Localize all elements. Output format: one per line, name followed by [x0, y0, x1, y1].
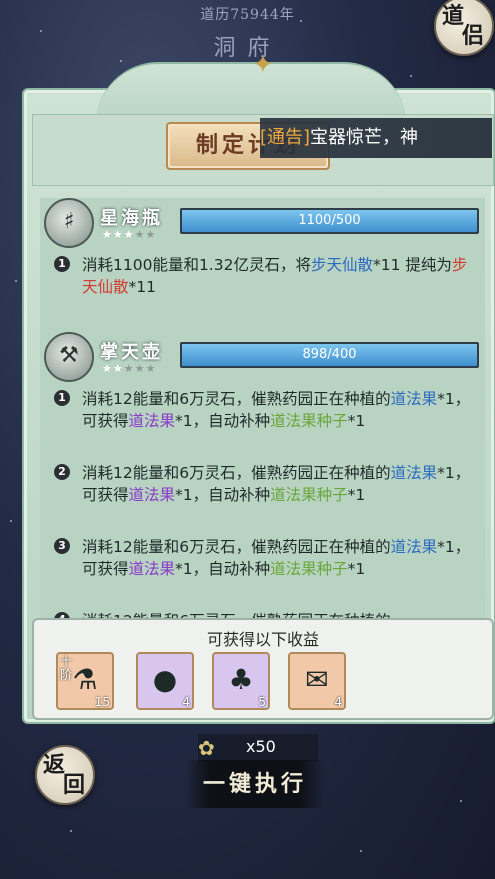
effect-text-segment: 消耗12能量和6万灵石，催熟药园正在种植的 [82, 464, 391, 482]
location-title: 洞府 [213, 36, 282, 61]
treasure-header: ♯ 星海瓶 ★★★★★ 1100/500 [40, 198, 485, 248]
reward-count: 4 [182, 695, 190, 709]
treasure-name: 星海瓶 [100, 208, 163, 229]
rewards-panel: 可获得以下收益 ⚗ 15 十阶 ● 4 ♣ 5 ✉ 4 [32, 618, 494, 720]
star-filled-icon: ★ [112, 362, 124, 375]
reward-item[interactable]: ⚗ 15 十阶 [56, 652, 114, 710]
back-button[interactable]: 返 回 [35, 745, 95, 805]
effect-item: 3 消耗12能量和6万灵石，催熟药园正在种植的道法果*1，可获得道法果*1，自动补… [54, 536, 474, 580]
item-name: 步天仙散 [310, 256, 373, 274]
effect-number-badge: 1 [54, 256, 70, 272]
back-label-2: 回 [63, 772, 86, 798]
effect-text: 消耗12能量和6万灵石，催熟药园正在种植的 [82, 610, 474, 618]
effect-number-badge: 2 [54, 464, 70, 480]
effect-item: 2 消耗12能量和6万灵石，催熟药园正在种植的道法果*1，可获得道法果*1，自动补… [54, 462, 474, 506]
notice-tag: [通告] [260, 127, 311, 148]
energy-progress-bar: 1100/500 [180, 208, 479, 234]
knot-icon: ✦ [252, 50, 274, 80]
dao-companion-label-2: 侣 [462, 23, 485, 49]
grade-badge-top: 十 [60, 654, 73, 668]
notice-marquee[interactable]: [通告]宝器惊芒，神 [260, 118, 492, 158]
energy-progress-text: 898/400 [302, 347, 357, 362]
energy-progress-text: 1100/500 [298, 213, 361, 228]
grade-badge: 十阶 [60, 654, 72, 682]
item-name: 道法果种子 [270, 412, 348, 430]
effect-text-segment: *1，自动补种 [175, 486, 271, 504]
energy-drop-icon: ✿ [198, 736, 215, 760]
reward-count: 5 [258, 695, 266, 709]
energy-cost: ✿ x50 [198, 734, 318, 762]
effect-text: 消耗12能量和6万灵石，催熟药园正在种植的道法果*1，可获得道法果*1，自动补种… [82, 388, 474, 432]
rewards-title: 可获得以下收益 [206, 630, 319, 649]
effect-text-segment: *1 [347, 560, 366, 578]
treasure-name: 掌天壶 [100, 342, 163, 363]
star-filled-icon: ★ [112, 228, 124, 241]
effect-text-segment: *1 [347, 412, 366, 430]
effect-text-segment: 消耗1100能量和1.32亿灵石，将 [82, 256, 311, 274]
item-name: 道法果 [390, 464, 438, 482]
dao-companion-label-1: 道 [442, 3, 465, 29]
star-empty-icon: ★ [145, 228, 157, 241]
item-name: 道法果种子 [270, 486, 348, 504]
effect-item: 1 消耗1100能量和1.32亿灵石，将步天仙散*11 提纯为步天仙散*11 [54, 254, 474, 298]
item-name: 道法果种子 [270, 560, 348, 578]
star-filled-icon: ★ [102, 228, 113, 241]
reward-item[interactable]: ✉ 4 [288, 652, 346, 710]
star-filled-icon: ★ [123, 228, 135, 241]
effect-number-badge: 3 [54, 538, 70, 554]
star-empty-icon: ★ [145, 362, 157, 375]
effect-text-segment: *1，自动补种 [175, 560, 271, 578]
grade-badge-bottom: 阶 [60, 668, 73, 682]
energy-progress-bar: 898/400 [180, 342, 479, 368]
reward-count: 15 [94, 695, 110, 709]
effect-number-badge: 1 [54, 390, 70, 406]
effect-text: 消耗12能量和6万灵石，催熟药园正在种植的道法果*1，可获得道法果*1，自动补种… [82, 462, 474, 506]
reward-item[interactable]: ♣ 5 [212, 652, 270, 710]
energy-cost-amount: x50 [246, 737, 276, 756]
one-click-execute-button[interactable]: 一键执行 [186, 760, 324, 808]
star-filled-icon: ★ [102, 362, 113, 375]
treasure-icon: ⚒ [44, 332, 94, 382]
star-empty-icon: ★ [134, 362, 146, 375]
treasure-icon: ♯ [44, 198, 94, 248]
effect-text: 消耗12能量和6万灵石，催熟药园正在种植的道法果*1，可获得道法果*1，自动补种… [82, 536, 474, 580]
treasure-header: ⚒ 掌天壶 ★★★★★ 898/400 [40, 332, 485, 382]
star-empty-icon: ★ [134, 228, 146, 241]
effect-text-segment: *11 [128, 278, 156, 296]
effect-text-segment: *1 [347, 486, 366, 504]
effect-item: 4消耗12能量和6万灵石，催熟药园正在种植的 [54, 610, 474, 618]
reward-item[interactable]: ● 4 [136, 652, 194, 710]
back-label-1: 返 [43, 752, 66, 778]
effect-item: 1 消耗12能量和6万灵石，催熟药园正在种植的道法果*1，可获得道法果*1，自动补… [54, 388, 474, 432]
item-name: 道法果 [128, 560, 176, 578]
era-date: 道历75944年 [200, 7, 295, 23]
effect-text-segment: *11 提纯为 [372, 256, 452, 274]
item-name: 道法果 [390, 538, 438, 556]
effect-text: 消耗1100能量和1.32亿灵石，将步天仙散*11 提纯为步天仙散*11 [82, 254, 474, 298]
treasure-stars: ★★★★★ [102, 362, 156, 375]
effect-text-segment: 消耗12能量和6万灵石，催熟药园正在种植的 [82, 538, 391, 556]
notice-text: 宝器惊芒，神 [310, 127, 419, 148]
item-name: 道法果 [390, 390, 438, 408]
star-empty-icon: ★ [123, 362, 135, 375]
item-name: 道法果 [128, 486, 176, 504]
reward-count: 4 [334, 695, 342, 709]
treasure-list[interactable]: ♯ 星海瓶 ★★★★★ 1100/500 1 消耗1100能量和1.32亿灵石，将… [40, 198, 485, 618]
treasure-stars: ★★★★★ [102, 228, 156, 241]
item-name: 道法果 [128, 412, 176, 430]
effect-text-segment: *1，自动补种 [175, 412, 271, 430]
effect-text-segment: 消耗12能量和6万灵石，催熟药园正在种植的 [82, 390, 391, 408]
